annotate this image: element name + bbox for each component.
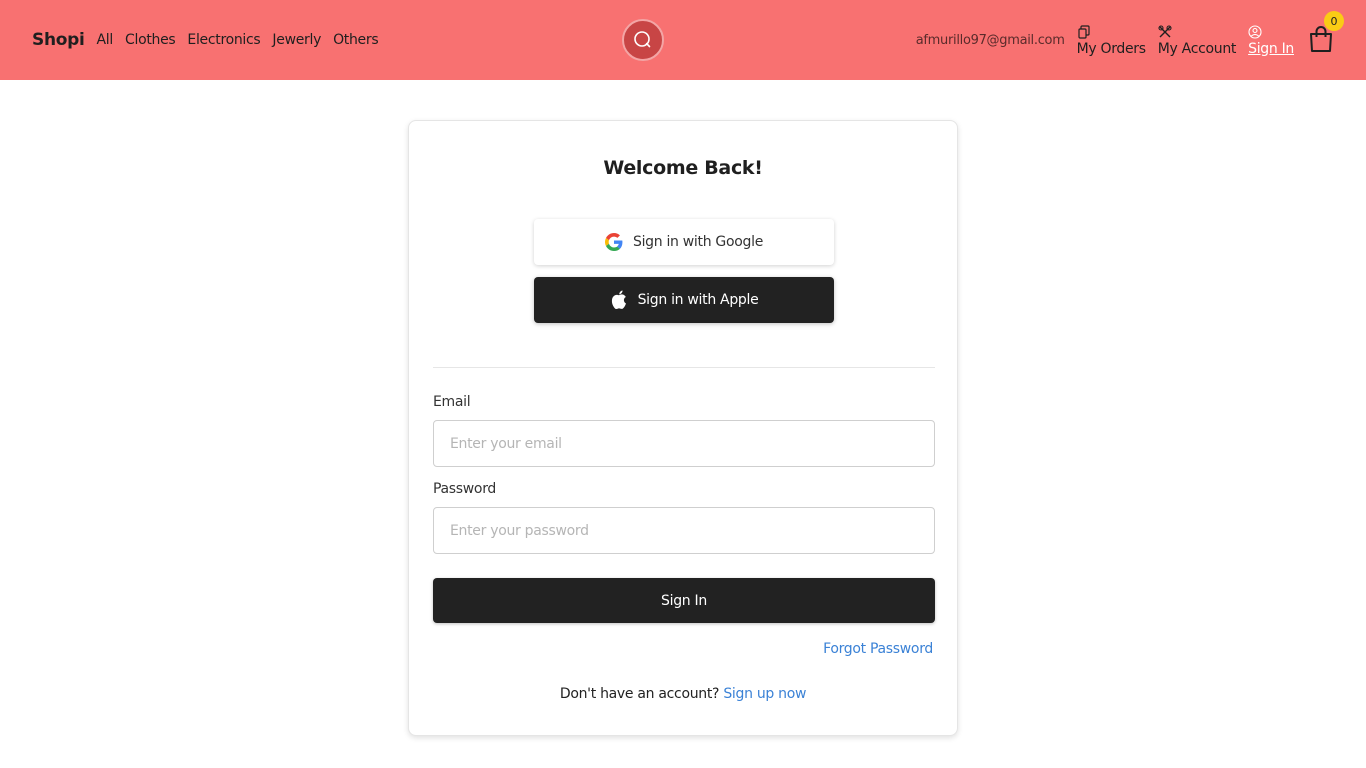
google-sign-in-button[interactable]: Sign in with Google (534, 219, 834, 265)
orders-icon (1077, 24, 1090, 39)
sign-in-card: Welcome Back! Sign in with Google Sign i… (408, 120, 958, 736)
my-orders-label: My Orders (1076, 40, 1147, 57)
brand-logo[interactable]: Shopi (32, 30, 85, 50)
google-icon (604, 233, 623, 251)
email-field[interactable] (433, 420, 935, 467)
apple-sign-in-label: Sign in with Apple (637, 292, 759, 308)
user-circle-icon (1248, 24, 1262, 39)
nav-right: afmurillo97@gmail.com My Orders My Accou… (915, 0, 1344, 80)
cart-count-badge: 0 (1324, 11, 1344, 31)
apple-icon (611, 290, 626, 310)
nav-link-all[interactable]: All (97, 32, 114, 48)
my-orders-link[interactable]: My Orders (1077, 24, 1146, 57)
google-sign-in-label: Sign in with Google (632, 234, 764, 250)
password-label: Password (433, 481, 496, 497)
sign-up-link[interactable]: Sign up now (723, 686, 806, 702)
password-field[interactable] (433, 507, 935, 554)
apple-sign-in-button[interactable]: Sign in with Apple (534, 277, 834, 323)
top-navbar: Shopi All Clothes Electronics Jewerly Ot… (0, 0, 1366, 80)
sign-in-label: Sign In (1248, 40, 1294, 57)
sign-in-link[interactable]: Sign In (1248, 24, 1294, 57)
user-email: afmurillo97@gmail.com (915, 32, 1065, 48)
search-icon (634, 31, 651, 48)
nav-link-electronics[interactable]: Electronics (187, 32, 260, 48)
nav-left: Shopi All Clothes Electronics Jewerly Ot… (32, 0, 390, 80)
sign-in-button[interactable]: Sign In (433, 578, 935, 623)
cart-button[interactable]: 0 (1308, 11, 1344, 55)
page-title: Welcome Back! (603, 157, 763, 179)
nav-link-jewerly[interactable]: Jewerly (272, 32, 321, 48)
search-button[interactable] (622, 19, 664, 61)
divider (433, 367, 935, 368)
nav-link-clothes[interactable]: Clothes (125, 32, 176, 48)
my-account-label: My Account (1157, 40, 1237, 57)
my-account-link[interactable]: My Account (1158, 24, 1236, 57)
email-label: Email (433, 394, 471, 410)
no-account-text: Don't have an account? (559, 686, 720, 702)
tools-icon (1158, 24, 1172, 37)
forgot-password-link[interactable]: Forgot Password (823, 641, 933, 657)
signup-prompt: Don't have an account? Sign up now (409, 686, 957, 702)
nav-link-others[interactable]: Others (333, 32, 379, 48)
